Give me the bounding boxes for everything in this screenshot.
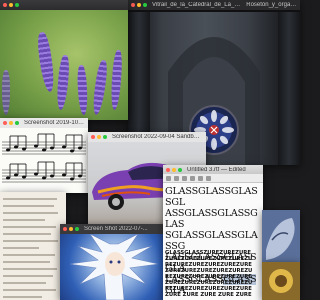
text-line xyxy=(3,268,57,270)
editor-zure-text[interactable]: GLASSGLASSZUREZUREZURE ZUREZUREZUREZUREZ… xyxy=(165,250,261,298)
minimize-button[interactable] xyxy=(69,227,73,231)
text-line xyxy=(3,212,59,214)
minimize-button[interactable] xyxy=(9,3,13,7)
close-button[interactable] xyxy=(166,167,170,172)
italic-button[interactable] xyxy=(174,175,179,181)
close-button[interactable] xyxy=(131,3,135,7)
lavender-flower xyxy=(109,49,124,111)
text-editor-window[interactable]: Untitled 3.rtf — Edited GLASSGLASSGLASSG… xyxy=(163,165,263,300)
lavender-flower xyxy=(2,70,10,115)
text-line xyxy=(3,296,42,298)
lavender-image-window[interactable] xyxy=(0,0,128,120)
lavender-window-titlebar[interactable] xyxy=(0,0,128,10)
underline-button[interactable] xyxy=(182,175,187,181)
bold-button[interactable] xyxy=(166,175,171,181)
window-title: Untitled 3.rtf — Edited xyxy=(187,166,246,173)
lavender-flower xyxy=(35,31,57,93)
sheet-music-window[interactable]: Screenshot 2019-10-01 at 10:35 (1).png xyxy=(0,118,88,193)
text-document-window[interactable] xyxy=(0,192,66,300)
text-line xyxy=(3,275,54,277)
minimize-button[interactable] xyxy=(172,167,176,172)
minimize-button[interactable] xyxy=(97,135,101,139)
zoom-button[interactable] xyxy=(178,167,182,172)
close-button[interactable] xyxy=(91,135,95,139)
editor-toolbar xyxy=(163,174,263,183)
text-line: ASSGLASSGLASSGLAS xyxy=(165,208,258,230)
window-title: Screenshot 2019-10-01 at 10:35 (1).png xyxy=(24,120,85,126)
window-title: Screenshot 2022-09-04 Sandbox+23.png xyxy=(112,134,203,140)
window-tab[interactable]: Rosetón_y_órgano.JPG xyxy=(246,2,297,8)
zoom-button[interactable] xyxy=(15,3,19,7)
text-line xyxy=(3,205,54,207)
text-line xyxy=(3,233,51,235)
close-button[interactable] xyxy=(63,227,67,231)
lavender-flower xyxy=(76,64,89,116)
text-line xyxy=(3,219,45,221)
zoom-button[interactable] xyxy=(75,227,79,231)
zoom-button[interactable] xyxy=(143,3,147,7)
text-line xyxy=(3,282,47,284)
zoom-button[interactable] xyxy=(15,121,19,125)
text-line xyxy=(3,198,57,200)
text-line: ZURE ZURE ZURE ZURE ZURE xyxy=(165,292,252,298)
anime-window-titlebar[interactable]: Screen Shot 2022-07-... xyxy=(60,224,170,234)
sheet-music-image xyxy=(2,133,86,183)
align-center-button[interactable] xyxy=(198,175,203,181)
gold-art-image xyxy=(262,262,300,300)
editor-window-titlebar[interactable]: Untitled 3.rtf — Edited xyxy=(163,165,263,174)
text-line: GLASSGLASSGLASSGL xyxy=(165,186,258,208)
anime-image xyxy=(60,234,170,300)
document-text-area[interactable] xyxy=(3,198,63,300)
anime-character-graphic xyxy=(69,234,159,300)
close-button[interactable] xyxy=(3,3,7,7)
lavender-flower xyxy=(55,54,71,111)
window-title: Screen Shot 2022-07-... xyxy=(84,226,148,232)
text-line xyxy=(3,261,50,263)
text-line xyxy=(3,254,55,256)
close-button[interactable] xyxy=(3,121,7,125)
text-line: SGLASSGLASSGLASSG xyxy=(165,230,258,252)
dragon-art-image xyxy=(262,210,300,265)
cathedral-window-titlebar[interactable]: Vitrail_de_la_Catedral_de_La_Plata_RE...… xyxy=(128,0,300,10)
gold-art-window[interactable] xyxy=(262,262,300,300)
zoom-button[interactable] xyxy=(103,135,107,139)
text-line xyxy=(3,289,56,291)
car-window-titlebar[interactable]: Screenshot 2022-09-04 Sandbox+23.png xyxy=(88,132,206,142)
music-window-titlebar[interactable]: Screenshot 2019-10-01 at 10:35 (1).png xyxy=(0,118,88,128)
minimize-button[interactable] xyxy=(9,121,13,125)
lavender-image xyxy=(0,10,128,120)
text-line xyxy=(3,226,56,228)
align-left-button[interactable] xyxy=(190,175,195,181)
text-line xyxy=(3,240,58,242)
window-title: Vitrail_de_la_Catedral_de_La_Plata_RE... xyxy=(152,2,241,8)
anime-image-window[interactable]: Screen Shot 2022-07-... xyxy=(60,224,170,300)
dragon-art-window[interactable] xyxy=(262,210,300,265)
list-button[interactable] xyxy=(206,175,211,181)
lavender-flower xyxy=(91,59,109,116)
text-line xyxy=(3,247,39,249)
minimize-button[interactable] xyxy=(137,3,141,7)
